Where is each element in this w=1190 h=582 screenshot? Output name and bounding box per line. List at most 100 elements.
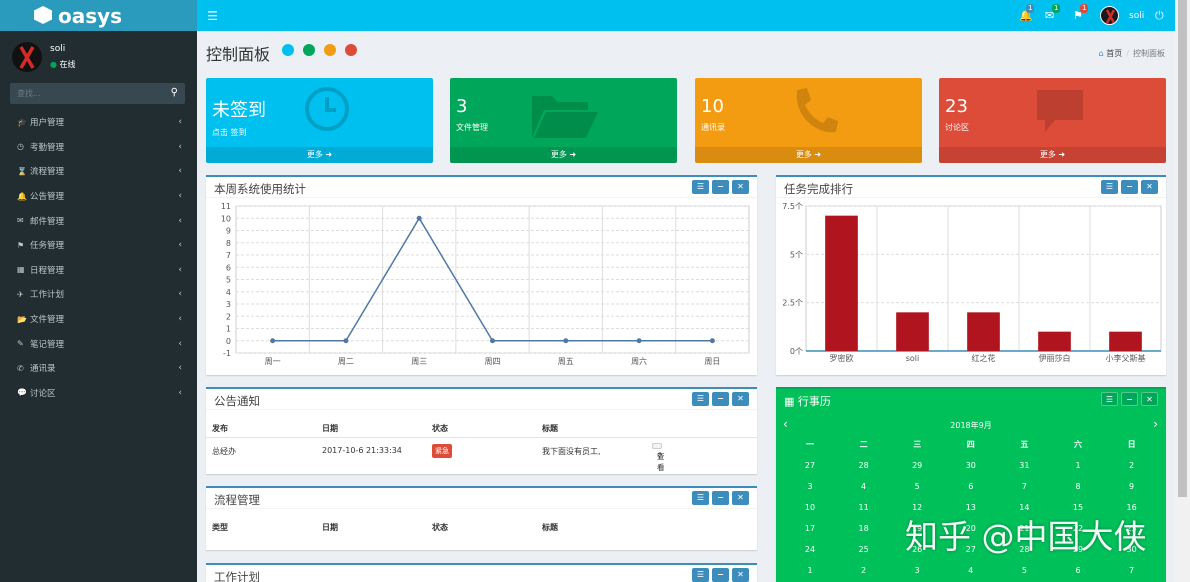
calendar-day[interactable]: 7 <box>1009 482 1039 491</box>
sidebar-item-tasks[interactable]: ⚑ 任务管理 ‹ <box>0 233 197 258</box>
sidebar-item-mail[interactable]: ✉ 邮件管理 ‹ <box>0 208 197 233</box>
sidebar-item-notes[interactable]: ✎ 笔记管理 ‹ <box>0 331 197 356</box>
calendar-day[interactable]: 27 <box>795 461 825 470</box>
calendar-day[interactable]: 10 <box>795 503 825 512</box>
list-icon[interactable]: ☰ <box>1101 180 1118 194</box>
calendar-day[interactable]: 25 <box>849 545 879 554</box>
signin-link[interactable]: 点击 签到 <box>212 127 266 138</box>
y-tick-label: 9 <box>226 227 231 236</box>
power-icon[interactable]: ⏻ <box>1155 9 1164 23</box>
more-link[interactable]: 更多 ➜ <box>939 147 1166 163</box>
chevron-left-icon: ‹ <box>178 240 182 251</box>
calendar-day[interactable]: 17 <box>795 524 825 533</box>
calendar-day[interactable]: 6 <box>1063 566 1093 575</box>
sidebar-search[interactable]: 查找... ⚲ <box>10 83 185 104</box>
y-tick-label: 1 <box>226 325 231 334</box>
hamburger-icon[interactable]: ☰ <box>207 9 218 23</box>
calendar-day[interactable]: 2 <box>849 566 879 575</box>
calendar-day[interactable]: 28 <box>849 461 879 470</box>
view-button-label: 查看 <box>657 452 665 472</box>
column-header: 发布 <box>212 424 228 433</box>
column-header: 日期 <box>322 523 338 532</box>
phone-icon: ✆ <box>17 363 24 373</box>
sidebar-item-files[interactable]: 📂 文件管理 ‹ <box>0 307 197 332</box>
more-link[interactable]: 更多 ➜ <box>450 147 677 163</box>
sidebar-item-work-plan[interactable]: ✈ 工作计划 ‹ <box>0 282 197 307</box>
calendar-day[interactable]: 18 <box>849 524 879 533</box>
calendar-day[interactable]: 9 <box>1117 482 1147 491</box>
calendar-day[interactable]: 11 <box>849 503 879 512</box>
stat-label: 文件管理 <box>456 123 488 132</box>
collapse-icon[interactable]: − <box>712 180 729 194</box>
y-tick-label: 10 <box>221 214 231 223</box>
list-icon[interactable]: ☰ <box>692 392 709 406</box>
calendar-day[interactable]: 6 <box>956 482 986 491</box>
list-icon[interactable]: ☰ <box>692 180 709 194</box>
calendar-day[interactable]: 29 <box>902 461 932 470</box>
calendar-day[interactable]: 24 <box>795 545 825 554</box>
breadcrumb-home[interactable]: 首页 <box>1106 49 1122 58</box>
close-icon[interactable]: ✕ <box>1141 180 1158 194</box>
sidebar-item-users[interactable]: 🎓 用户管理 ‹ <box>0 110 197 135</box>
calendar-day[interactable]: 31 <box>1009 461 1039 470</box>
bell-icon[interactable]: 🔔 1 <box>1019 4 1035 22</box>
list-icon[interactable]: ☰ <box>692 491 709 505</box>
panel-title: 任务完成排行 <box>784 182 853 196</box>
theme-dot-green[interactable] <box>303 44 315 56</box>
close-icon[interactable]: ✕ <box>732 568 749 582</box>
calendar-day[interactable]: 8 <box>1063 482 1093 491</box>
collapse-icon[interactable]: − <box>712 491 729 505</box>
search-input[interactable]: 查找... <box>17 88 41 99</box>
close-icon[interactable]: ✕ <box>732 180 749 194</box>
stat-value: 3 <box>456 96 468 117</box>
calendar-day[interactable]: 5 <box>1009 566 1039 575</box>
panel-title: 工作计划 <box>214 570 260 582</box>
bar-chart: 0个 2.5个 5个 7.5个罗密欧 soli 红之花 伊丽莎白 小李父斯基 <box>782 202 1162 363</box>
flag-icon[interactable]: ⚑ 1 <box>1073 4 1089 22</box>
app-logo[interactable]: oasys <box>0 0 197 31</box>
calendar-day[interactable]: 7 <box>1117 566 1147 575</box>
calendar-day[interactable]: 30 <box>956 461 986 470</box>
calendar-day[interactable]: 4 <box>849 482 879 491</box>
calendar-day[interactable]: 5 <box>902 482 932 491</box>
user-menu[interactable]: soli <box>1100 6 1144 25</box>
calendar-day[interactable]: 2 <box>1117 461 1147 470</box>
view-button[interactable]: ⚲ 查看 <box>652 443 665 472</box>
sidebar-item-contacts[interactable]: ✆ 通讯录 ‹ <box>0 356 197 381</box>
sidebar-item-label: 讨论区 <box>30 388 56 399</box>
theme-dot-red[interactable] <box>345 44 357 56</box>
clock-icon <box>304 86 350 135</box>
calendar-day[interactable]: 3 <box>795 482 825 491</box>
sidebar-item-process[interactable]: ⌛ 流程管理 ‹ <box>0 159 197 184</box>
more-link[interactable]: 更多 ➜ <box>695 147 922 163</box>
next-month-icon[interactable]: › <box>1153 417 1158 431</box>
calendar-day[interactable]: 4 <box>956 566 986 575</box>
sidebar-item-attendance[interactable]: ◷ 考勤管理 ‹ <box>0 135 197 160</box>
stat-box-contacts: 10 通讯录 更多 ➜ <box>695 78 922 163</box>
calendar-day[interactable]: 3 <box>902 566 932 575</box>
search-icon[interactable]: ⚲ <box>171 87 178 98</box>
line-chart: -1 0 1 2 3 4 5 6 7 8 9 10 11 周一 周二 周三 周四 周五 周六 周日 <box>221 202 750 366</box>
sidebar-item-forum[interactable]: 💬 讨论区 ‹ <box>0 381 197 406</box>
theme-dot-orange[interactable] <box>324 44 336 56</box>
notice-subject[interactable]: 我下面没有员工, <box>542 446 601 457</box>
collapse-icon[interactable]: − <box>712 568 729 582</box>
list-icon[interactable]: ☰ <box>692 568 709 582</box>
close-icon[interactable]: ✕ <box>732 491 749 505</box>
calendar-day[interactable]: 1 <box>1063 461 1093 470</box>
collapse-icon[interactable]: − <box>1121 180 1138 194</box>
close-icon[interactable]: ✕ <box>732 392 749 406</box>
collapse-icon[interactable]: − <box>712 392 729 406</box>
status-text: 在线 <box>59 60 76 69</box>
chevron-left-icon: ‹ <box>178 117 182 128</box>
sidebar-item-notice[interactable]: 🔔 公告管理 ‹ <box>0 184 197 209</box>
list-icon[interactable]: ☰ <box>1101 392 1118 406</box>
collapse-icon[interactable]: − <box>1121 392 1138 406</box>
scrollbar-thumb[interactable] <box>1178 0 1187 497</box>
more-link[interactable]: 更多 ➜ <box>206 147 433 163</box>
theme-dot-cyan[interactable] <box>282 44 294 56</box>
close-icon[interactable]: ✕ <box>1141 392 1158 406</box>
sidebar-item-schedule[interactable]: ▦ 日程管理 ‹ <box>0 258 197 283</box>
calendar-day[interactable]: 1 <box>795 566 825 575</box>
envelope-icon[interactable]: ✉ 1 <box>1045 4 1061 22</box>
